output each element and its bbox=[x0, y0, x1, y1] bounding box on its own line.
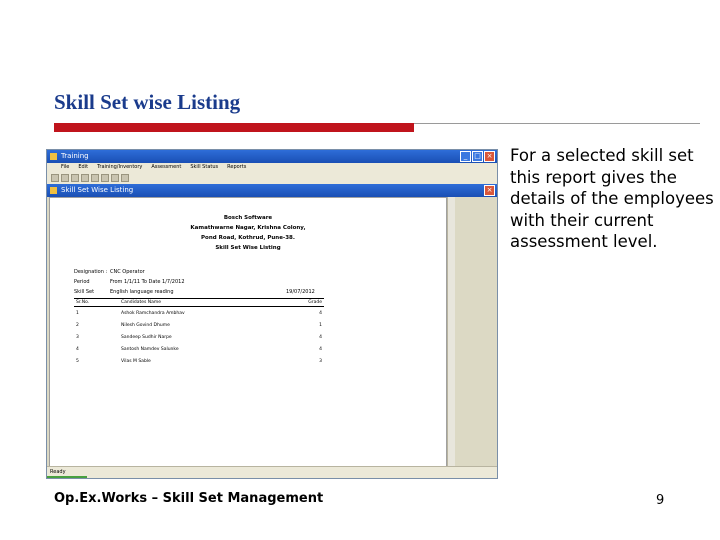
cell-name: Nilesh Govind Dhume bbox=[121, 322, 170, 328]
skill-set-value: English language reading bbox=[110, 289, 174, 295]
report-table: Sr.No. Candidates Name Grade 1 Ashok Ram… bbox=[74, 298, 324, 367]
cell-sr: 5 bbox=[76, 358, 79, 364]
cell-grade: 3 bbox=[319, 358, 322, 364]
cell-sr: 3 bbox=[76, 334, 79, 340]
col-candidate-name: Candidates Name bbox=[119, 298, 274, 307]
outer-window-title: Training bbox=[61, 152, 89, 160]
cell-grade: 4 bbox=[319, 334, 322, 340]
cell-name: Santosh Namdev Salunke bbox=[121, 346, 179, 352]
minimize-icon[interactable]: _ bbox=[460, 151, 471, 162]
title-divider-line bbox=[414, 123, 700, 124]
close-icon[interactable]: × bbox=[484, 151, 495, 162]
vertical-scrollbar[interactable] bbox=[447, 197, 455, 467]
footer-title: Op.Ex.Works – Skill Set Management bbox=[54, 491, 324, 506]
menu-training-inventory[interactable]: Training/Inventory bbox=[97, 163, 142, 172]
app-screenshot: Training _ □ × File Edit Training/Invent… bbox=[46, 149, 498, 479]
toolbar-button-prev-icon[interactable] bbox=[61, 173, 69, 182]
designation-value: CNC Operator bbox=[110, 269, 145, 275]
table-row: 1 Ashok Ramchandra Ambhav 4 bbox=[74, 307, 324, 320]
period-label: Period bbox=[74, 279, 90, 285]
col-sr-no: Sr.No. bbox=[74, 298, 119, 307]
toolbar-button-first-icon[interactable] bbox=[51, 173, 59, 182]
table-row: 3 Sandeep Sudhir Narpe 4 bbox=[74, 331, 324, 343]
inner-close-icon[interactable]: × bbox=[484, 185, 495, 196]
period-value: From 1/1/11 To Date 1/7/2012 bbox=[110, 279, 185, 285]
outer-window-titlebar: Training _ □ × bbox=[47, 150, 497, 163]
slide-description: For a selected skill set this report giv… bbox=[510, 146, 714, 251]
cell-name: Ashok Ramchandra Ambhav bbox=[121, 310, 185, 316]
page-number: 9 bbox=[656, 493, 665, 508]
title-accent-rule bbox=[54, 123, 414, 132]
cell-name: Sandeep Sudhir Narpe bbox=[121, 334, 172, 340]
designation-label: Designation : bbox=[74, 269, 108, 275]
toolbar-button-search-icon[interactable] bbox=[121, 173, 129, 182]
report-date: 19/07/2012 bbox=[286, 289, 315, 295]
table-row: 4 Santosh Namdev Salunke 4 bbox=[74, 343, 324, 355]
cell-sr: 2 bbox=[76, 322, 79, 328]
cell-grade: 4 bbox=[319, 310, 322, 316]
status-progress bbox=[47, 476, 87, 478]
toolbar-button-next-icon[interactable] bbox=[71, 173, 79, 182]
report-icon bbox=[50, 187, 57, 194]
status-bar: Ready bbox=[47, 466, 497, 478]
table-row: 5 Vilas M Sable 3 bbox=[74, 355, 324, 367]
menu-reports[interactable]: Reports bbox=[227, 163, 246, 172]
menu-bar: File Edit Training/Inventory Assessment … bbox=[47, 163, 497, 172]
cell-grade: 4 bbox=[319, 346, 322, 352]
report-address-line-1: Kamathwarne Nagar, Krishna Colony, bbox=[190, 225, 306, 231]
toolbar-button-zoom-icon[interactable] bbox=[111, 173, 119, 182]
report-heading: Skill Set Wise Listing bbox=[215, 245, 281, 251]
menu-file[interactable]: File bbox=[61, 163, 69, 172]
toolbar bbox=[47, 172, 497, 183]
slide-title: Skill Set wise Listing bbox=[54, 90, 241, 114]
maximize-icon[interactable]: □ bbox=[472, 151, 483, 162]
table-row: 2 Nilesh Govind Dhume 1 bbox=[74, 319, 324, 331]
report-company: Bosch Software bbox=[223, 215, 273, 221]
cell-name: Vilas M Sable bbox=[121, 358, 151, 364]
inner-window-titlebar: Skill Set Wise Listing × bbox=[47, 184, 497, 197]
table-header-row: Sr.No. Candidates Name Grade bbox=[74, 298, 324, 307]
app-icon bbox=[50, 153, 57, 160]
report-page: Bosch Software Kamathwarne Nagar, Krishn… bbox=[49, 197, 447, 467]
cell-sr: 4 bbox=[76, 346, 79, 352]
toolbar-button-last-icon[interactable] bbox=[81, 173, 89, 182]
inner-window-title: Skill Set Wise Listing bbox=[61, 186, 134, 194]
cell-sr: 1 bbox=[76, 310, 79, 316]
toolbar-button-export-icon[interactable] bbox=[101, 173, 109, 182]
menu-assessment[interactable]: Assessment bbox=[151, 163, 181, 172]
status-text: Ready bbox=[50, 469, 66, 475]
toolbar-button-print-icon[interactable] bbox=[91, 173, 99, 182]
menu-edit[interactable]: Edit bbox=[78, 163, 88, 172]
col-grade: Grade bbox=[274, 298, 324, 307]
skill-set-label: Skill Set bbox=[74, 289, 95, 295]
menu-skill-status[interactable]: Skill Status bbox=[190, 163, 218, 172]
report-address-line-2: Pond Road, Kothrud, Pune-38. bbox=[201, 235, 295, 241]
cell-grade: 1 bbox=[319, 322, 322, 328]
